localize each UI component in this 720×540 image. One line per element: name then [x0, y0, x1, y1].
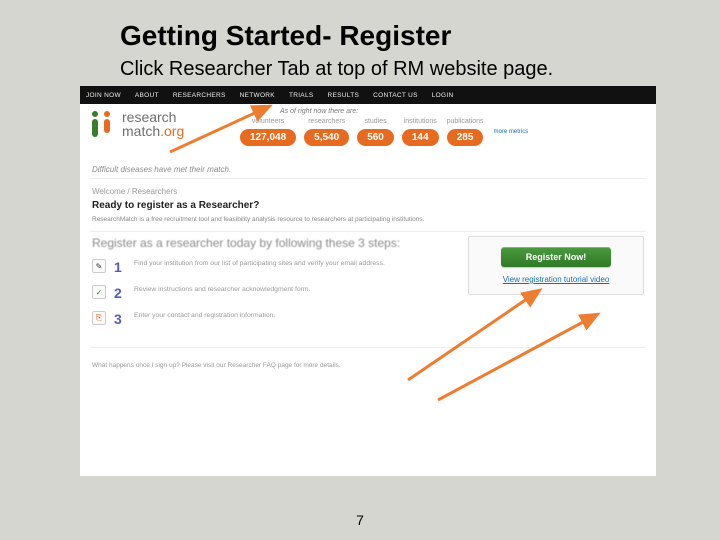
nav-researchers[interactable]: RESEARCHERS — [173, 92, 226, 99]
logo-icon — [90, 111, 116, 137]
stat-label: studies — [357, 118, 394, 125]
step-text: Enter your contact and registration info… — [134, 311, 275, 320]
step-number: 3 — [114, 311, 126, 327]
steps-list: ✎ 1 Find your institution from our list … — [92, 259, 450, 327]
stat-volunteers: volunteers 127,048 — [240, 118, 296, 146]
stat-label: publications — [447, 118, 484, 125]
more-metrics-link[interactable]: more metrics — [494, 129, 529, 136]
register-now-button[interactable]: Register Now! — [501, 247, 611, 267]
step-text: Find your institution from our list of p… — [134, 259, 385, 268]
logo-line2a: match — [122, 123, 160, 139]
stat-value: 285 — [447, 129, 484, 146]
breadcrumb: Welcome / Researchers — [80, 179, 656, 198]
slide-subtitle: Click Researcher Tab at top of RM websit… — [120, 58, 553, 81]
screenshot-panel: JOIN NOW ABOUT RESEARCHERS NETWORK TRIAL… — [80, 86, 656, 476]
stat-value: 560 — [357, 129, 394, 146]
stats-caption: As of right now there are: — [280, 108, 358, 115]
nav-network[interactable]: NETWORK — [240, 92, 275, 99]
tagline: Difficult diseases have met their match. — [92, 165, 231, 174]
tutorial-video-link[interactable]: View registration tutorial video — [479, 275, 633, 284]
logo-line1: research — [122, 110, 184, 124]
stat-label: volunteers — [240, 118, 296, 125]
intro-text: ResearchMatch is a free recruitment tool… — [80, 213, 656, 231]
logo-text: research match.org — [122, 110, 184, 138]
section-heading: Ready to register as a Researcher? — [80, 198, 656, 213]
nav-trials[interactable]: TRIALS — [289, 92, 314, 99]
stat-publications: publications 285 — [447, 118, 484, 146]
step-1: ✎ 1 Find your institution from our list … — [92, 259, 450, 275]
header: research match.org As of right now there… — [80, 104, 656, 178]
nav-results[interactable]: RESULTS — [328, 92, 360, 99]
nav-join-now[interactable]: JOIN NOW — [86, 92, 121, 99]
step-2: ✓ 2 Review instructions and researcher a… — [92, 285, 450, 301]
step-text: Review instructions and researcher ackno… — [134, 285, 310, 294]
nav-about[interactable]: ABOUT — [135, 92, 159, 99]
page-number: 7 — [0, 512, 720, 528]
step-number: 1 — [114, 259, 126, 275]
nav-contact-us[interactable]: CONTACT US — [373, 92, 418, 99]
top-nav: JOIN NOW ABOUT RESEARCHERS NETWORK TRIAL… — [80, 86, 656, 104]
stats-row: volunteers 127,048 researchers 5,540 stu… — [240, 118, 528, 146]
stat-label: institutions — [402, 118, 439, 125]
step-number: 2 — [114, 285, 126, 301]
logo-line2b: .org — [160, 123, 184, 139]
stat-studies: studies 560 — [357, 118, 394, 146]
stat-institutions: institutions 144 — [402, 118, 439, 146]
logo[interactable]: research match.org — [90, 110, 184, 138]
stat-value: 127,048 — [240, 129, 296, 146]
stat-label: researchers — [304, 118, 349, 125]
slide-title: Getting Started- Register — [120, 20, 451, 52]
cta-panel: Register Now! View registration tutorial… — [468, 236, 644, 295]
footer-note: What happens once I sign up? Please visi… — [80, 348, 656, 369]
stat-researchers: researchers 5,540 — [304, 118, 349, 146]
check-icon: ✓ — [92, 285, 106, 299]
stat-value: 144 — [402, 129, 439, 146]
nav-login[interactable]: LOGIN — [432, 92, 454, 99]
card-icon: ⎘ — [92, 311, 106, 325]
register-heading: Register as a researcher today by follow… — [92, 236, 450, 251]
pencil-icon: ✎ — [92, 259, 106, 273]
stat-value: 5,540 — [304, 129, 349, 146]
step-3: ⎘ 3 Enter your contact and registration … — [92, 311, 450, 327]
